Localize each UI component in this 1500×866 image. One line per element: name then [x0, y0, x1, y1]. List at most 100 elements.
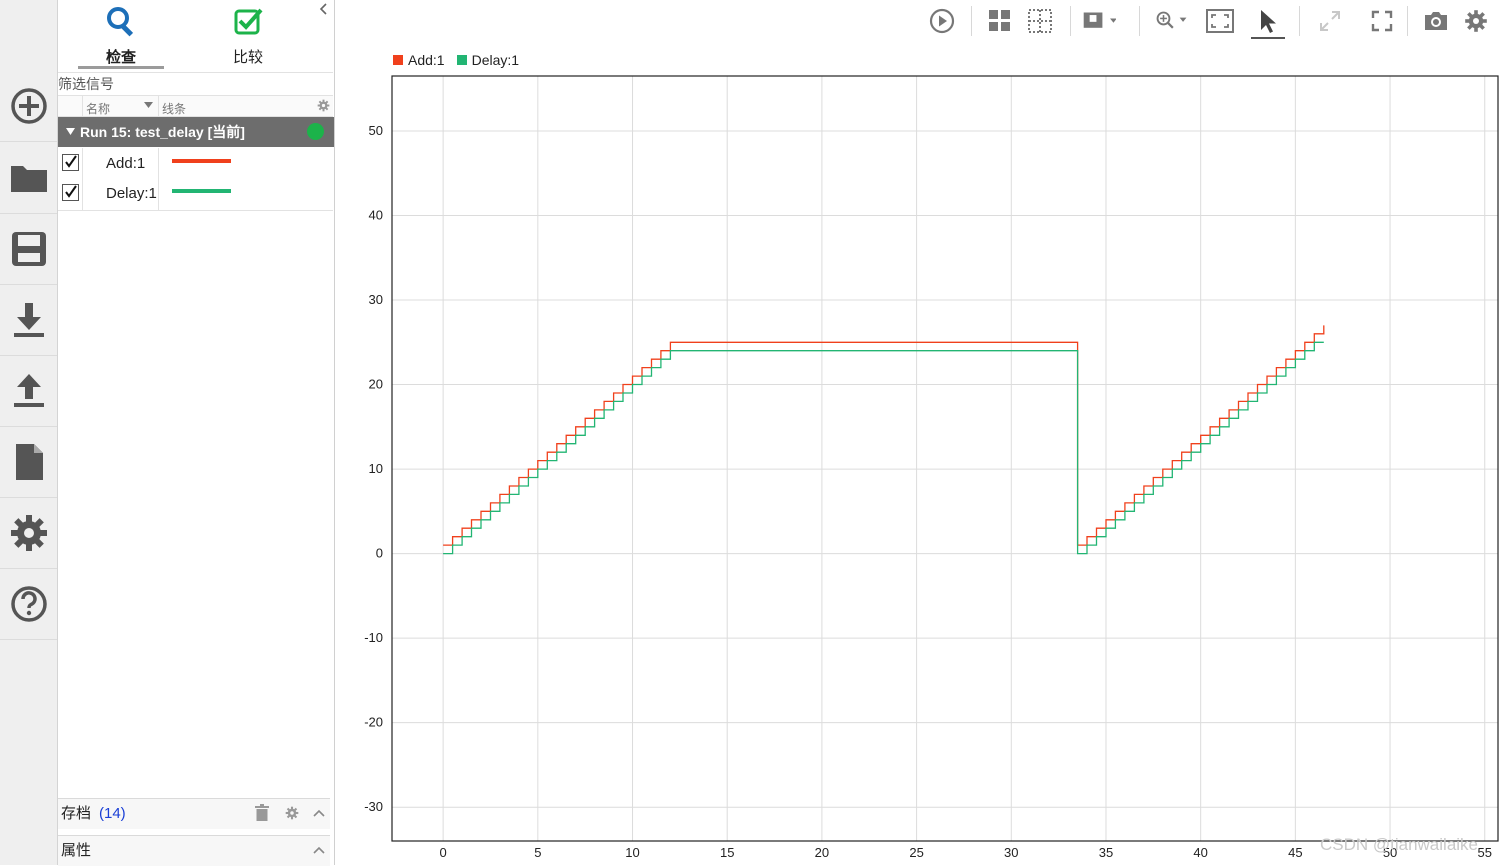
column-line: 线条: [162, 102, 187, 116]
active-tab-indicator: [78, 66, 164, 69]
y-tick-label: 10: [369, 461, 383, 476]
signal-name: Add:1: [106, 155, 146, 172]
gear-icon: [10, 514, 47, 551]
preferences-button[interactable]: [0, 497, 57, 569]
cursor-button[interactable]: [1251, 5, 1285, 39]
help-button[interactable]: [0, 568, 57, 640]
x-tick-label: 10: [625, 845, 639, 860]
new-session-button[interactable]: [0, 70, 57, 142]
fit-to-view-button[interactable]: [1203, 5, 1237, 37]
layout-button[interactable]: [983, 5, 1017, 37]
tab-label: 比较: [232, 49, 263, 66]
x-tick-label: 35: [1099, 845, 1113, 860]
fullscreen-button[interactable]: [1365, 5, 1399, 37]
download-icon: [13, 302, 44, 337]
x-tick-label: 0: [440, 845, 447, 860]
save-button[interactable]: [0, 213, 57, 285]
expand-button[interactable]: [1313, 5, 1347, 37]
watermark: CSDN @tianwailaike: [1319, 835, 1478, 854]
y-tick-label: 20: [369, 377, 383, 392]
chevron-up-icon[interactable]: [313, 809, 325, 817]
x-tick-label: 55: [1478, 845, 1492, 860]
legend-swatch: [393, 55, 403, 65]
tab-inspect[interactable]: 检查: [68, 0, 174, 70]
legend-label: Delay:1: [471, 52, 520, 68]
tab-label: 检查: [105, 49, 136, 66]
search-icon: [107, 7, 134, 37]
tab-compare[interactable]: 比较: [195, 0, 301, 70]
legend-item-delay[interactable]: Delay:1: [456, 52, 520, 68]
replay-button[interactable]: [925, 5, 959, 37]
signal-line-swatch[interactable]: [172, 189, 231, 193]
snapshot-button[interactable]: [1419, 5, 1453, 37]
signal-checkbox[interactable]: [62, 154, 79, 171]
signal-line-swatch[interactable]: [172, 159, 231, 163]
plot-legend: Add:1 Delay:1: [393, 52, 519, 68]
archive-label: 存档: [61, 805, 92, 822]
filter-input[interactable]: 筛选信号: [58, 72, 333, 96]
toolbar-separator: [1070, 6, 1071, 36]
left-toolbar: [0, 0, 58, 865]
help-icon: [10, 585, 47, 622]
y-tick-label: 50: [369, 123, 383, 138]
signal-plot[interactable]: 0 5 10 15 20 25 30 35 40 45 50 55 -30 -20 -10 0 10 20 30 40…: [338, 72, 1500, 865]
folder-icon: [10, 165, 47, 192]
sort-down-icon[interactable]: [144, 102, 153, 108]
column-settings-icon[interactable]: [317, 99, 330, 112]
signal-checkbox[interactable]: [62, 184, 79, 201]
archive-settings-icon[interactable]: [285, 806, 299, 820]
pointer-icon: [1261, 10, 1276, 33]
trash-icon[interactable]: [255, 804, 269, 821]
y-tick-label: -30: [364, 799, 383, 814]
fit-view-icon: [1206, 9, 1234, 33]
save-icon: [11, 231, 46, 266]
chevron-up-icon[interactable]: [313, 846, 325, 854]
properties-bar[interactable]: 属性: [58, 835, 330, 866]
x-tick-label: 5: [534, 845, 541, 860]
expand-triangle-icon[interactable]: [66, 128, 75, 135]
toolbar-separator: [1407, 6, 1408, 36]
open-button[interactable]: [0, 142, 57, 214]
filter-placeholder: 筛选信号: [58, 76, 114, 92]
chevron-left-icon: [319, 3, 327, 15]
archive-count: (14): [99, 805, 126, 822]
x-tick-label: 15: [720, 845, 734, 860]
import-button[interactable]: [0, 284, 57, 356]
signal-row-add[interactable]: Add:1: [58, 148, 333, 210]
toolbar-separator: [1299, 6, 1300, 36]
divider: [58, 210, 333, 211]
signal-panel: 检查 比较 筛选信号 名称 线条 Run 15: test_delay [当前]…: [58, 0, 335, 866]
signal-row-delay[interactable]: Delay:1: [58, 178, 333, 208]
zoom-in-icon: [1156, 11, 1187, 29]
report-button[interactable]: [0, 426, 57, 498]
run-status-dot: [307, 123, 324, 140]
plot-toolbar: [335, 0, 1500, 44]
y-tick-label: -10: [364, 630, 383, 645]
checkmark-icon: [65, 185, 77, 198]
y-tick-label: 0: [376, 546, 383, 561]
run-row[interactable]: Run 15: test_delay [当前]: [58, 117, 334, 147]
dashed-grid-icon: [1028, 9, 1052, 33]
x-tick-label: 20: [815, 845, 829, 860]
export-button[interactable]: [0, 355, 57, 427]
run-label: Run 15: test_delay [当前]: [80, 124, 245, 140]
archive-bar[interactable]: 存档 (14): [58, 798, 330, 829]
zoom-button[interactable]: [1155, 5, 1189, 37]
column-name: 名称: [86, 102, 111, 116]
visual-settings-button[interactable]: [1459, 5, 1493, 37]
y-tick-label: 40: [369, 207, 383, 222]
legend-swatch: [456, 55, 467, 65]
plot-count-button[interactable]: [1082, 5, 1116, 37]
collapse-panel-button[interactable]: [316, 2, 330, 20]
checkbox-column: [58, 96, 83, 116]
add-icon: [10, 87, 47, 124]
legend-label: Add:1: [408, 52, 445, 68]
grid-layout-icon: [989, 10, 1010, 31]
legend-item-add[interactable]: Add:1: [393, 52, 445, 68]
compare-check-icon: [234, 8, 263, 35]
play-circle-icon: [929, 8, 955, 34]
toolbar-separator: [971, 6, 972, 36]
gear-icon: [1465, 10, 1487, 32]
checkmark-icon: [65, 155, 77, 168]
subplot-button[interactable]: [1023, 5, 1057, 37]
